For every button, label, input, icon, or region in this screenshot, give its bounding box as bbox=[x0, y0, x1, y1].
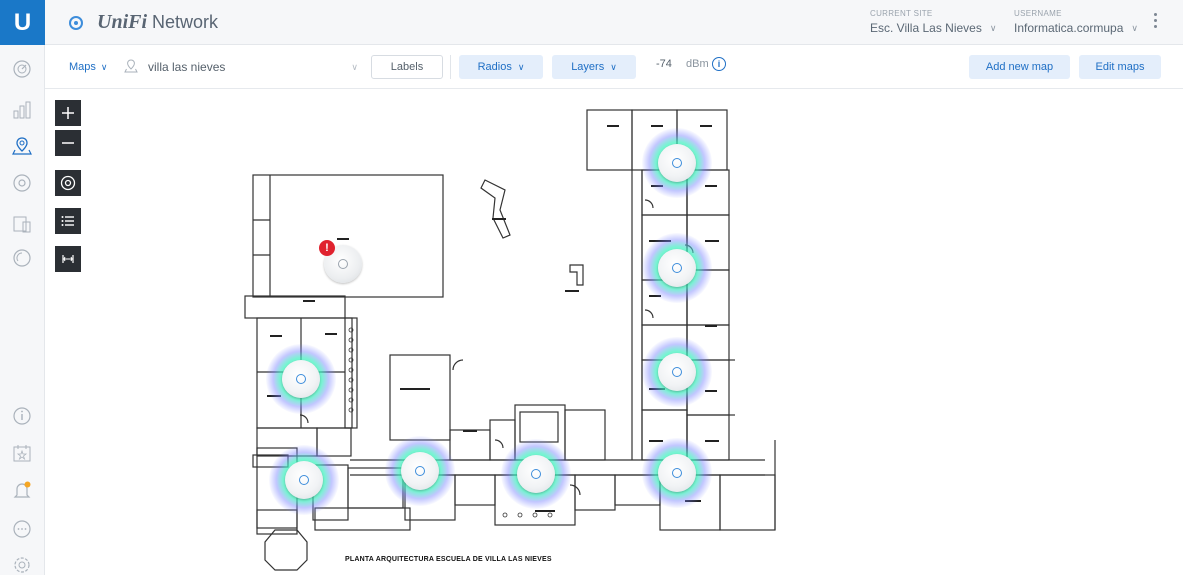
map-select[interactable]: villa las nieves ∨ bbox=[148, 55, 358, 79]
map-toolbar: Maps ∨ villa las nieves ∨ Labels Radios ∨ … bbox=[45, 45, 1183, 89]
floor-plan-title: PLANTA ARQUITECTURA ESCUELA DE VILLA LAS… bbox=[345, 556, 552, 563]
user-selector[interactable]: USERNAME Informatica.cormupa ∨ bbox=[1014, 9, 1138, 35]
toolbar-divider bbox=[450, 55, 451, 79]
edit-maps-button[interactable]: Edit maps bbox=[1079, 55, 1161, 79]
network-app-icon bbox=[69, 15, 83, 30]
map-pin-icon bbox=[124, 59, 138, 73]
info-icon[interactable]: i bbox=[712, 57, 726, 71]
site-value: Esc. Villa Las Nieves bbox=[870, 21, 982, 35]
access-point[interactable] bbox=[642, 233, 712, 303]
chevron-down-icon: ∨ bbox=[517, 61, 525, 72]
device-layer-icon[interactable] bbox=[55, 170, 81, 196]
chevron-down-icon: ∨ bbox=[989, 22, 997, 33]
more-menu-icon[interactable] bbox=[1153, 13, 1159, 33]
access-point[interactable] bbox=[269, 445, 339, 515]
alerts-icon[interactable] bbox=[12, 480, 32, 500]
app-brand[interactable]: UniFi Network bbox=[69, 11, 218, 34]
chevron-down-icon: ∨ bbox=[1131, 22, 1138, 33]
site-caption: CURRENT SITE bbox=[870, 9, 933, 18]
access-point[interactable] bbox=[385, 436, 455, 506]
sidebar: U bbox=[0, 0, 45, 575]
map-canvas[interactable]: ! PLANTA ARQUITECTURA ESCUELA DE VILLA L… bbox=[45, 90, 1183, 575]
user-caption: USERNAME bbox=[1014, 9, 1062, 18]
clients-icon[interactable] bbox=[12, 214, 32, 234]
alert-badge[interactable]: ! bbox=[319, 240, 335, 256]
zoom-out-button[interactable] bbox=[55, 130, 81, 156]
zoom-in-button[interactable] bbox=[55, 100, 81, 126]
access-point[interactable] bbox=[642, 128, 712, 198]
list-icon[interactable] bbox=[55, 208, 81, 234]
dbm-threshold-value[interactable]: -74 bbox=[656, 58, 672, 70]
radios-button[interactable]: Radios ∨ bbox=[459, 55, 543, 79]
chat-icon[interactable] bbox=[12, 519, 32, 539]
chevron-down-icon: ∨ bbox=[351, 61, 358, 72]
chevron-down-icon: ∨ bbox=[610, 61, 617, 72]
scale-measure-icon[interactable] bbox=[55, 246, 81, 272]
access-point[interactable] bbox=[642, 438, 712, 508]
user-value: Informatica.cormupa bbox=[1014, 21, 1124, 35]
add-new-map-button[interactable]: Add new map bbox=[969, 55, 1070, 79]
insights-icon[interactable] bbox=[12, 248, 32, 268]
labels-button[interactable]: Labels bbox=[371, 55, 443, 79]
access-point[interactable] bbox=[501, 439, 571, 509]
maps-dropdown[interactable]: Maps ∨ bbox=[69, 55, 108, 79]
access-point[interactable] bbox=[642, 337, 712, 407]
site-selector[interactable]: CURRENT SITE Esc. Villa Las Nieves ∨ bbox=[870, 9, 996, 35]
chevron-down-icon: ∨ bbox=[100, 61, 108, 72]
statistics-icon[interactable] bbox=[12, 100, 32, 120]
ubiquiti-logo[interactable]: U bbox=[0, 0, 45, 45]
top-bar: UniFi Network CURRENT SITE Esc. Villa La… bbox=[45, 0, 1183, 45]
events-icon[interactable] bbox=[12, 443, 32, 463]
dbm-unit: dBm bbox=[686, 58, 709, 70]
layers-button[interactable]: Layers ∨ bbox=[552, 55, 636, 79]
settings-icon[interactable] bbox=[12, 555, 32, 575]
info-icon[interactable] bbox=[12, 406, 32, 426]
map-icon[interactable] bbox=[12, 136, 32, 156]
dashboard-icon[interactable] bbox=[12, 59, 32, 79]
devices-icon[interactable] bbox=[12, 173, 32, 193]
access-point[interactable] bbox=[266, 344, 336, 414]
floor-plan-image bbox=[244, 109, 776, 571]
